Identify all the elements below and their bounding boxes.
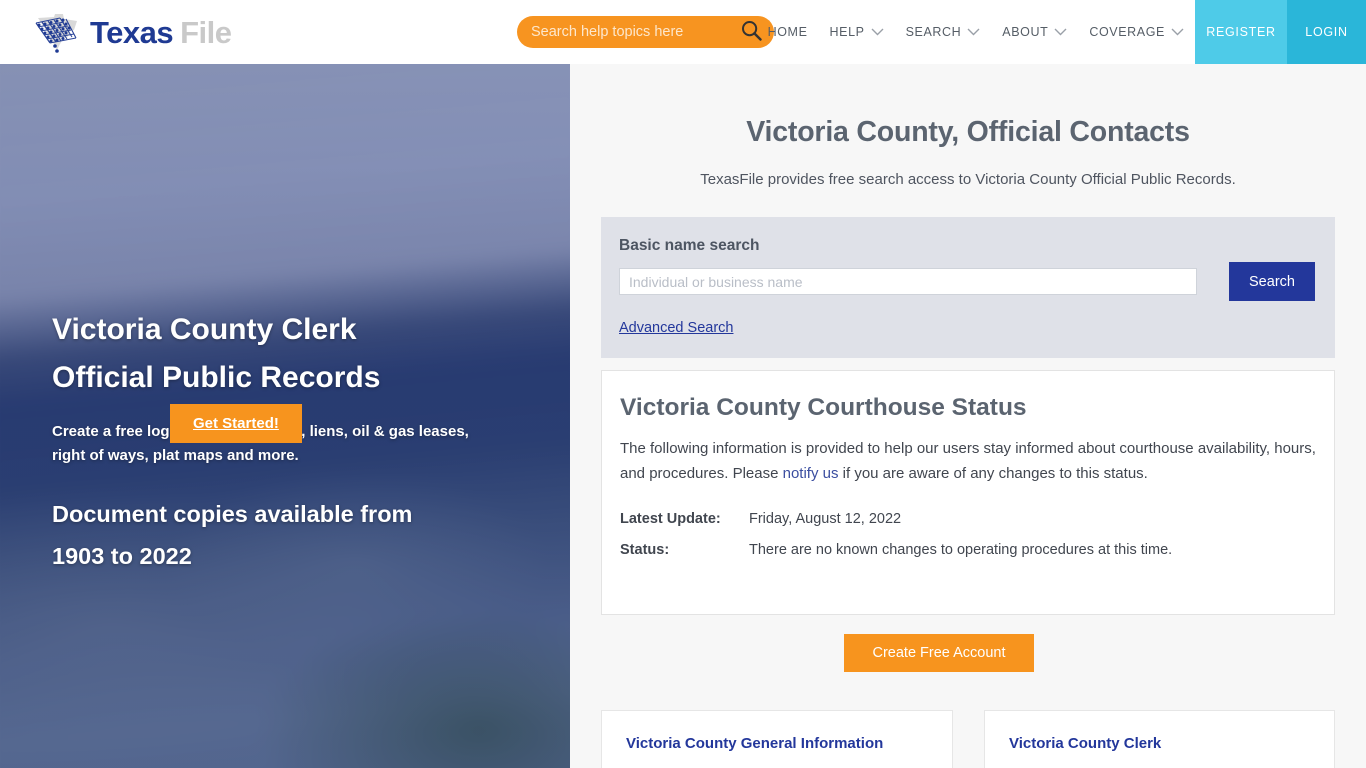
logo-text-texas: Texas bbox=[90, 14, 174, 50]
help-search-input[interactable] bbox=[517, 16, 734, 48]
hero-callout-line2: 1903 to 2022 bbox=[52, 542, 192, 569]
status-desc-after: if you are aware of any changes to this … bbox=[838, 465, 1148, 483]
hero-callout-line1: Document copies available from bbox=[52, 501, 413, 527]
page-title: Victoria County, Official Contacts bbox=[746, 116, 1190, 148]
basic-name-search-label: Basic name search bbox=[619, 237, 760, 254]
nav-item-about[interactable]: ABOUT bbox=[991, 0, 1078, 64]
nav-label: HOME bbox=[767, 25, 808, 39]
site-logo[interactable]: Texas File bbox=[30, 9, 232, 55]
get-started-button[interactable]: Get Started! bbox=[170, 404, 302, 443]
info-card-title[interactable]: Victoria County General Information bbox=[626, 735, 952, 752]
status-row: Status: There are no known changes to op… bbox=[620, 542, 1334, 558]
hero-title-line1: Victoria County Clerk bbox=[52, 313, 357, 346]
login-button[interactable]: LOGIN bbox=[1287, 0, 1366, 64]
help-search-container bbox=[517, 16, 774, 48]
main-navigation: HOME HELP SEARCH ABOUT COVERAGE bbox=[757, 0, 1195, 64]
hero-callout: Document copies available from 1903 to 2… bbox=[52, 494, 552, 578]
hero-title: Victoria County Clerk Official Public Re… bbox=[52, 306, 552, 402]
create-free-account-button[interactable]: Create Free Account bbox=[844, 634, 1034, 672]
nav-label: HELP bbox=[829, 25, 865, 39]
logo-wordmark: Texas File bbox=[90, 17, 232, 48]
latest-update-label: Latest Update: bbox=[620, 511, 721, 528]
nav-item-help[interactable]: HELP bbox=[819, 0, 895, 64]
courthouse-status-description: The following information is provided to… bbox=[620, 436, 1316, 486]
chevron-down-icon bbox=[871, 25, 884, 39]
latest-update-value: Friday, August 12, 2022 bbox=[749, 511, 902, 528]
page-subtitle: TexasFile provides free search access to… bbox=[700, 171, 1236, 188]
nav-item-search[interactable]: SEARCH bbox=[895, 0, 992, 64]
site-header: TexasFile HOME HELP SEARCH bbox=[0, 0, 1366, 64]
chevron-down-icon bbox=[1171, 25, 1184, 39]
info-card-county-clerk[interactable]: Victoria County Clerk bbox=[984, 710, 1335, 768]
chevron-down-icon bbox=[1054, 25, 1067, 39]
status-label: Status: bbox=[620, 542, 670, 559]
register-button[interactable]: REGISTER bbox=[1195, 0, 1287, 64]
advanced-search-link[interactable]: Advanced Search bbox=[619, 320, 733, 336]
basic-name-search-panel: Basic name search Search Advanced Search bbox=[601, 217, 1335, 358]
status-value: There are no known changes to operating … bbox=[749, 542, 1173, 559]
main-content: Victoria County, Official Contacts Texas… bbox=[570, 64, 1366, 768]
courthouse-status-card: Victoria County Courthouse Status The fo… bbox=[601, 370, 1335, 615]
info-card-title[interactable]: Victoria County Clerk bbox=[1009, 735, 1334, 752]
hero-content: Victoria County Clerk Official Public Re… bbox=[52, 306, 552, 578]
chevron-down-icon bbox=[967, 25, 980, 39]
texas-map-grid-logo-icon bbox=[30, 10, 86, 54]
search-submit-button[interactable]: Search bbox=[1229, 262, 1315, 301]
logo-text-file: File bbox=[180, 14, 232, 50]
name-search-input[interactable] bbox=[619, 268, 1197, 295]
hero-subtitle: Create a free login to search deeds, lie… bbox=[52, 420, 552, 468]
hero-title-line2: Official Public Records bbox=[52, 361, 381, 394]
nav-label: SEARCH bbox=[905, 25, 962, 39]
hero-subtitle-line2: right of ways, plat maps and more. bbox=[52, 447, 299, 464]
latest-update-row: Latest Update: Friday, August 12, 2022 bbox=[620, 511, 1334, 527]
nav-label: ABOUT bbox=[1002, 25, 1049, 39]
courthouse-status-title: Victoria County Courthouse Status bbox=[620, 394, 1027, 421]
hero-subtitle-line1: Create a free login to search deeds, lie… bbox=[52, 423, 469, 440]
auth-buttons: REGISTER LOGIN bbox=[1195, 0, 1366, 64]
nav-label: COVERAGE bbox=[1089, 25, 1165, 39]
nav-item-home[interactable]: HOME bbox=[757, 0, 819, 64]
info-card-general-information[interactable]: Victoria County General Information bbox=[601, 710, 953, 768]
notify-us-link[interactable]: notify us bbox=[783, 465, 839, 482]
nav-item-coverage[interactable]: COVERAGE bbox=[1078, 0, 1195, 64]
hero-panel: Victoria County Clerk Official Public Re… bbox=[0, 64, 570, 768]
